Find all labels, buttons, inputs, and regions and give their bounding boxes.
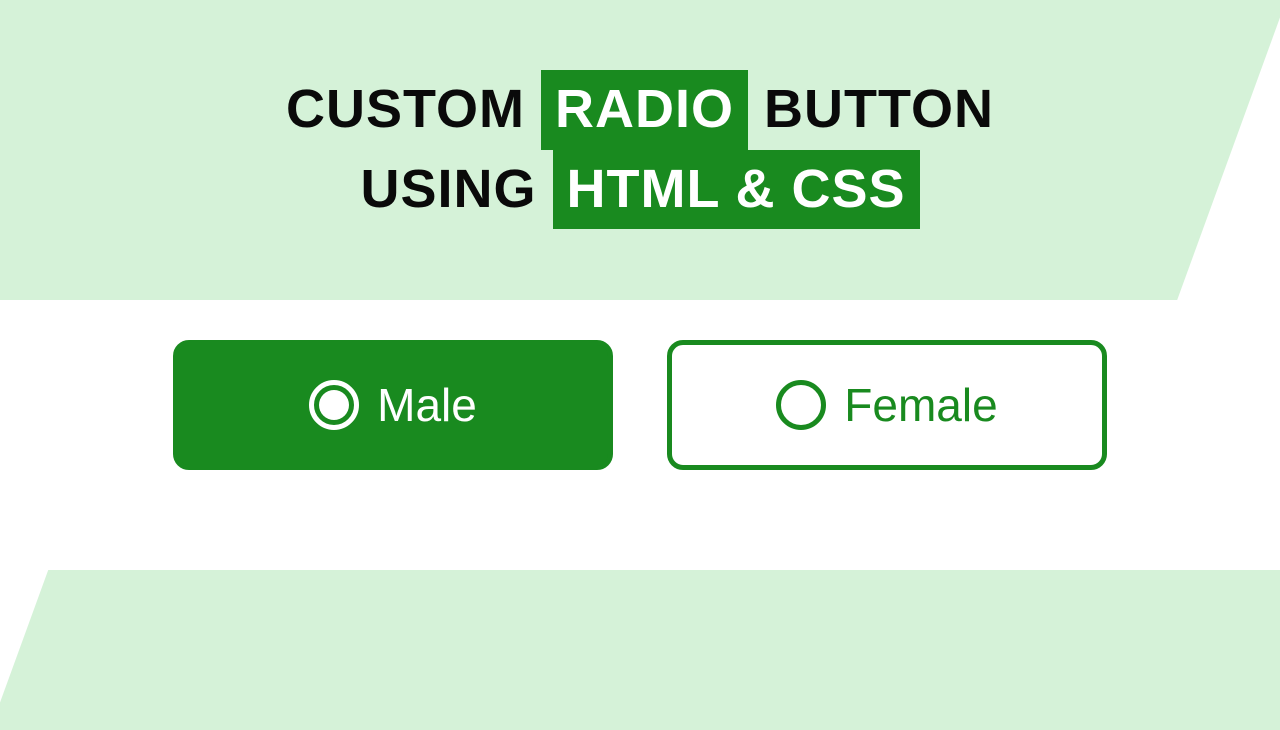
radio-option-male[interactable]: Male: [173, 340, 613, 470]
radio-label: Male: [377, 378, 477, 432]
heading-line-1: CUSTOM RADIO BUTTON: [0, 70, 1280, 150]
radio-indicator-icon: [776, 380, 826, 430]
radio-group-gender: Male Female: [0, 340, 1280, 470]
heading-line-2: USING HTML & CSS: [0, 150, 1280, 230]
heading-text: CUSTOM: [286, 79, 541, 139]
radio-indicator-icon: [309, 380, 359, 430]
background-shape-bottom: [0, 570, 1280, 730]
heading-highlight-htmlcss: HTML & CSS: [553, 150, 920, 230]
heading-highlight-radio: RADIO: [541, 70, 748, 150]
page-title: CUSTOM RADIO BUTTON USING HTML & CSS: [0, 70, 1280, 229]
heading-text: BUTTON: [748, 79, 994, 139]
radio-option-female[interactable]: Female: [667, 340, 1107, 470]
radio-label: Female: [844, 378, 997, 432]
heading-text: USING: [360, 159, 552, 219]
